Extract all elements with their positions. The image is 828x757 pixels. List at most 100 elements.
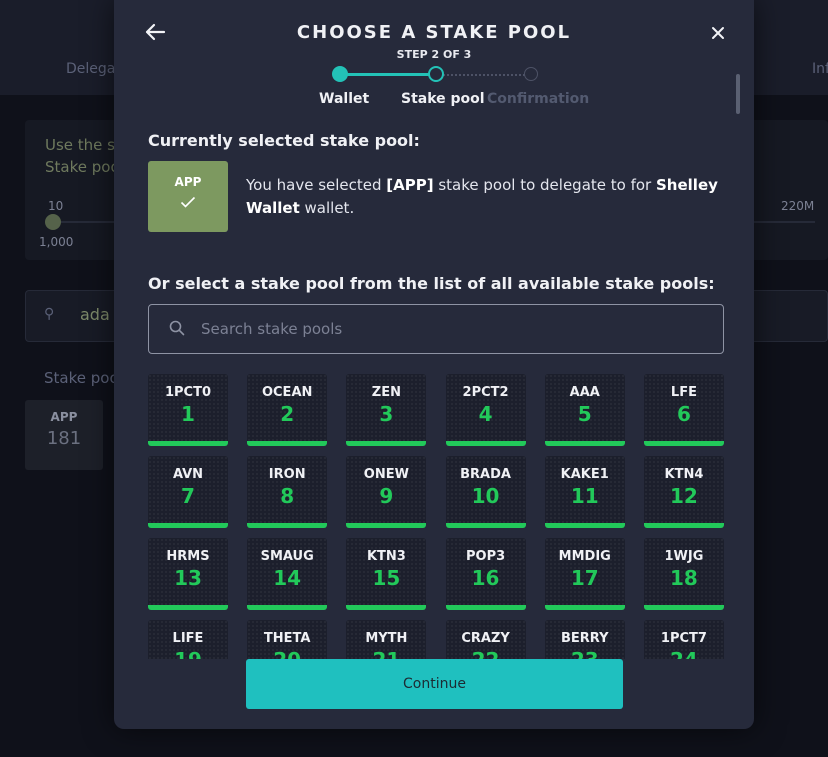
pool-rank: 23 <box>545 648 625 659</box>
pool-ticker: 1WJG <box>664 549 704 564</box>
stake-pool-tile[interactable]: MMDIG 17 <box>544 538 625 610</box>
pool-rank: 8 <box>280 484 295 508</box>
desc-prefix: You have selected <box>246 176 387 194</box>
pool-saturation-bar <box>445 441 526 446</box>
stake-pool-tile[interactable]: 1PCT0 1 <box>148 374 228 446</box>
pool-ticker: IRON <box>268 467 306 482</box>
info-text-line1: Use the s <box>45 136 115 154</box>
stake-pool-tile[interactable]: HRMS 13 <box>148 538 228 610</box>
pool-rank: 22 <box>446 648 526 659</box>
step-label-confirmation: Confirmation <box>487 91 590 107</box>
selected-pool-description: You have selected [APP] stake pool to de… <box>246 174 726 220</box>
pool-ticker: ONEW <box>363 467 409 482</box>
pool-saturation-bar <box>247 605 328 610</box>
pool-saturation-bar <box>247 523 328 528</box>
pool-saturation-bar <box>445 523 526 528</box>
step-dot-confirmation <box>524 67 538 81</box>
pool-ticker: 1PCT0 <box>164 385 212 400</box>
stake-pool-tile[interactable]: LFE 6 <box>643 374 724 446</box>
pool-ticker: ZEN <box>371 385 401 400</box>
pool-ticker: HRMS <box>166 549 210 564</box>
stake-pools-label: Stake poo <box>44 369 119 387</box>
continue-button[interactable]: Continue <box>246 659 623 709</box>
dialog-title: CHOOSE A STAKE POOL <box>296 22 572 43</box>
step-label-wallet: Wallet <box>319 91 370 107</box>
desc-middle: stake pool to delegate to for <box>433 176 656 194</box>
amount-slider-handle[interactable] <box>45 214 61 230</box>
stake-pool-tile[interactable]: KTN4 12 <box>643 456 724 528</box>
stake-pool-tile[interactable]: AAA 5 <box>544 374 625 446</box>
stake-pool-tile[interactable]: KAKE1 11 <box>544 456 625 528</box>
pool-ticker: LFE <box>670 385 697 400</box>
stake-pool-tile[interactable]: MYTH 21 <box>346 620 427 659</box>
pool-saturation-bar <box>247 441 328 446</box>
stake-pool-tile[interactable]: KTN3 15 <box>346 538 427 610</box>
pool-list-heading: Or select a stake pool from the list of … <box>148 274 715 293</box>
pool-ticker: AVN <box>172 467 204 482</box>
close-button[interactable] <box>708 22 728 44</box>
stake-pool-tile[interactable]: ZEN 3 <box>346 374 427 446</box>
stake-pool-grid: 1PCT0 1 OCEAN 2 ZEN 3 2PCT2 4 AAA 5 LFE 6 AVN 7 IRON 8 O… <box>148 374 728 659</box>
pool-saturation-bar <box>346 523 427 528</box>
stake-pool-tile[interactable]: THETA 20 <box>247 620 328 659</box>
pool-ticker: 2PCT2 <box>462 385 509 400</box>
pool-rank: 16 <box>471 566 500 590</box>
stepper-line-complete <box>340 73 436 76</box>
dialog-scrollbar[interactable] <box>736 74 740 114</box>
pool-saturation-bar <box>148 605 228 610</box>
background-pool-tile[interactable]: APP 181 <box>25 400 103 470</box>
stake-pool-tile[interactable]: 1WJG 18 <box>643 538 724 610</box>
selected-pool-tile[interactable]: APP <box>148 161 228 232</box>
stake-pool-tile[interactable]: IRON 8 <box>247 456 328 528</box>
pool-rank: 18 <box>670 566 698 590</box>
stake-pool-tile[interactable]: AVN 7 <box>148 456 228 528</box>
stake-pool-tile[interactable]: 1PCT7 24 <box>643 620 724 659</box>
stake-pool-tile[interactable]: BERRY 23 <box>544 620 625 659</box>
tab-delegation[interactable]: Delega <box>66 61 115 77</box>
pool-ticker: OCEAN <box>261 385 313 400</box>
progress-stepper: Wallet Stake pool Confirmation <box>114 62 754 112</box>
stake-pool-tile[interactable]: ONEW 9 <box>346 456 427 528</box>
stake-pool-tile[interactable]: 2PCT2 4 <box>445 374 526 446</box>
pool-saturation-bar <box>544 523 625 528</box>
slider-max-label: 220M <box>781 199 815 213</box>
desc-suffix: wallet. <box>299 199 355 217</box>
pool-rank: 12 <box>670 484 698 508</box>
pool-ticker: KTN4 <box>664 467 704 482</box>
pool-ticker: LIFE <box>172 631 204 646</box>
pool-rank: 20 <box>247 648 327 659</box>
pool-rank: 14 <box>273 566 302 590</box>
pool-rank: 6 <box>676 402 691 426</box>
pool-ticker: AAA <box>569 385 600 400</box>
tab-info[interactable]: Inf <box>812 61 828 77</box>
stake-pool-tile[interactable]: LIFE 19 <box>148 620 228 659</box>
pool-saturation-bar <box>445 605 526 610</box>
stake-pool-tile[interactable]: BRADA 10 <box>445 456 526 528</box>
pool-ticker: 1PCT7 <box>660 631 707 646</box>
pool-rank: 3 <box>379 402 394 426</box>
search-input[interactable] <box>201 315 701 343</box>
pool-rank: 5 <box>577 402 592 426</box>
selected-pool-ticker: APP <box>174 175 202 189</box>
pool-saturation-bar <box>148 523 228 528</box>
pool-saturation-bar <box>643 441 724 446</box>
stepper-line-pending <box>436 74 532 76</box>
stake-pool-tile[interactable]: POP3 16 <box>445 538 526 610</box>
stake-pool-tile[interactable]: SMAUG 14 <box>247 538 328 610</box>
pool-ticker: BRADA <box>460 467 511 482</box>
stake-pool-tile[interactable]: CRAZY 22 <box>445 620 526 659</box>
pool-ticker: CRAZY <box>461 631 510 646</box>
selected-pool-heading: Currently selected stake pool: <box>148 131 420 150</box>
step-dot-stake-pool <box>428 66 444 82</box>
step-label-stake-pool: Stake pool <box>401 91 485 107</box>
stake-pool-tile[interactable]: OCEAN 2 <box>247 374 328 446</box>
step-indicator: STEP 2 OF 3 <box>396 48 472 61</box>
search-stake-pools-field[interactable] <box>148 304 724 354</box>
pool-rank: 9 <box>379 484 394 508</box>
stake-pool-list[interactable]: 1PCT0 1 OCEAN 2 ZEN 3 2PCT2 4 AAA 5 LFE 6 AVN 7 IRON 8 O… <box>148 374 728 659</box>
pool-ticker: THETA <box>263 631 311 646</box>
pool-rank: 11 <box>570 484 599 508</box>
search-icon: ⚲ <box>44 306 55 322</box>
pool-ticker: BERRY <box>560 631 609 646</box>
pool-saturation-bar <box>544 441 625 446</box>
